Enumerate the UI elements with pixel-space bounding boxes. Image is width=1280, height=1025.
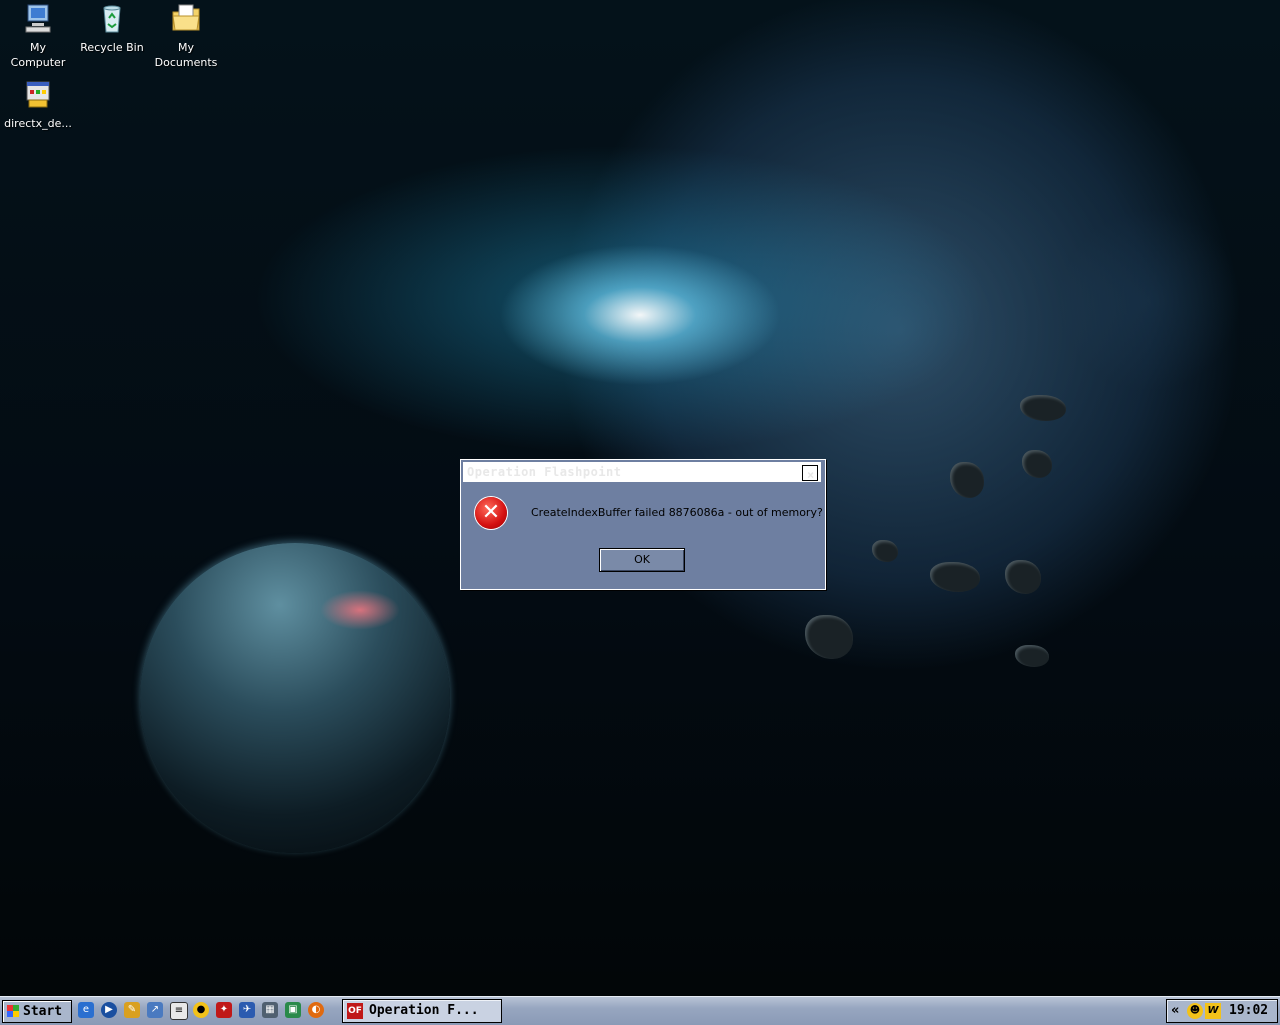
wallpaper-asteroid	[1022, 450, 1052, 478]
taskbar-button-operation-flashpoint[interactable]: OF Operation F...	[342, 999, 502, 1023]
media-player-icon[interactable]: ▶	[101, 1002, 117, 1018]
app-icon[interactable]: ↗	[147, 1002, 163, 1018]
winamp-icon[interactable]: W	[1205, 1003, 1221, 1019]
my-computer-icon	[22, 2, 54, 34]
mirc-icon[interactable]: ✈	[239, 1002, 255, 1018]
desktop-icon-label: directx_de...	[4, 117, 72, 130]
firefox-icon[interactable]: ◐	[308, 1002, 324, 1018]
my-documents-icon	[170, 2, 202, 34]
start-label: Start	[23, 1004, 63, 1019]
show-hidden-icons-button[interactable]: «	[1171, 1003, 1179, 1018]
hardware-icon[interactable]: ▦	[262, 1002, 278, 1018]
opflash-icon[interactable]: ✦	[216, 1002, 232, 1018]
desktop-icon-recycle-bin[interactable]: Recycle Bin	[74, 2, 150, 55]
ie-icon[interactable]: e	[78, 1002, 94, 1018]
wallpaper-asteroid	[872, 540, 898, 562]
wallpaper-asteroid	[1020, 395, 1066, 421]
desktop-icon-label: My Documents	[154, 41, 218, 69]
wallpaper-asteroid	[930, 562, 980, 592]
wallpaper-asteroid	[805, 615, 853, 659]
wallpaper-asteroid	[950, 462, 984, 498]
desktop-icon-my-computer[interactable]: My Computer	[0, 2, 76, 70]
desktop-icon-label: My Computer	[10, 41, 66, 69]
opflash-task-icon: OF	[347, 1003, 363, 1019]
clock[interactable]: 19:02	[1229, 1003, 1268, 1018]
notepad-icon[interactable]: ≡	[170, 1002, 188, 1020]
system-tray: « ☻ W 19:02	[1166, 999, 1278, 1023]
wallpaper-planet	[140, 543, 450, 853]
dialog-message: CreateIndexBuffer failed 8876086a - out …	[531, 506, 823, 519]
start-button[interactable]: Start	[2, 1000, 72, 1023]
error-icon: ✕	[475, 497, 507, 529]
close-button[interactable]: ×	[802, 465, 818, 482]
dialog-title: Operation Flashpoint	[467, 465, 622, 479]
error-dialog: Operation Flashpoint × ✕ CreateIndexBuff…	[460, 459, 826, 590]
ok-button[interactable]: OK	[599, 548, 685, 572]
wallpaper-asteroid	[1015, 645, 1049, 667]
wallpaper-planet-glow	[320, 590, 400, 630]
taskbar: Start e ▶ ✎ ↗ ≡ ● ✦ ✈ ▦ ▣ ◐ OF Operation…	[0, 996, 1280, 1025]
network-icon[interactable]: ▣	[285, 1002, 301, 1018]
dialog-title-bar[interactable]: Operation Flashpoint ×	[463, 462, 821, 482]
pencil-icon[interactable]: ✎	[124, 1002, 140, 1018]
yellow-app-icon[interactable]: ●	[193, 1002, 209, 1018]
security-icon[interactable]: ☻	[1187, 1003, 1203, 1019]
installer-icon	[22, 78, 54, 110]
taskbar-button-label: Operation F...	[369, 1003, 479, 1018]
desktop-icon-directx-installer[interactable]: directx_de...	[0, 78, 76, 131]
close-icon: ×	[807, 468, 815, 482]
recycle-bin-icon	[96, 2, 128, 34]
desktop-icon-label: Recycle Bin	[80, 41, 144, 54]
desktop-icon-my-documents[interactable]: My Documents	[148, 2, 224, 70]
wallpaper-asteroid	[1005, 560, 1041, 594]
windows-logo-icon	[7, 1005, 19, 1017]
